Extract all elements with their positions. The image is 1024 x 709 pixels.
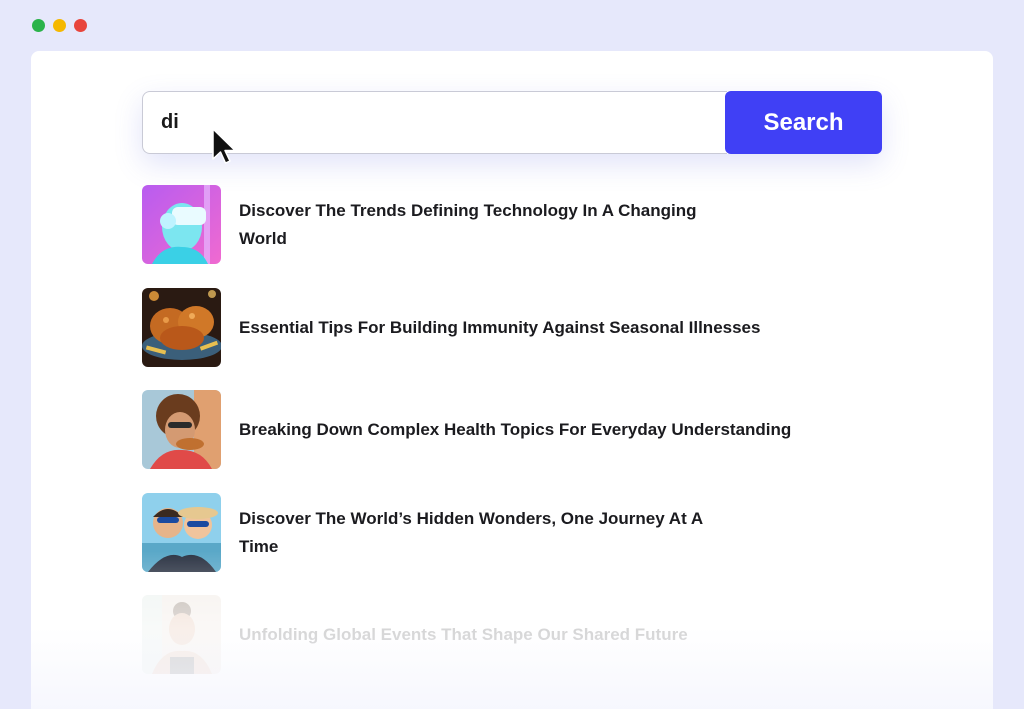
result-title: Discover The World’s Hidden Wonders, One… [239,508,703,556]
close-dot[interactable] [74,19,87,32]
result-title: Discover The Trends Defining Technology … [239,200,697,248]
result-item[interactable]: Unfolding Global Events That Shape Our S… [142,595,922,674]
person-eating-image [142,390,221,469]
result-title: Unfolding Global Events That Shape Our S… [239,624,688,644]
mouse-pointer-icon [212,128,236,164]
window-controls [32,19,87,32]
app-window: Search D [31,51,993,709]
result-item[interactable]: Breaking Down Complex Health Topics For … [142,390,922,469]
search-button[interactable]: Search [725,91,882,154]
search-bar: Search [142,91,882,154]
result-title: Essential Tips For Building Immunity Aga… [239,317,761,337]
result-item[interactable]: Discover The World’s Hidden Wonders, One… [142,493,922,572]
result-item[interactable]: Essential Tips For Building Immunity Aga… [142,288,922,367]
couple-selfie-image [142,493,221,572]
result-title: Breaking Down Complex Health Topics For … [239,419,792,439]
vr-headset-person-image [142,185,221,264]
minimize-dot[interactable] [53,19,66,32]
woman-portrait-image [142,595,221,674]
maximize-dot[interactable] [32,19,45,32]
result-item[interactable]: Discover The Trends Defining Technology … [142,185,922,264]
fried-chicken-image [142,288,221,367]
